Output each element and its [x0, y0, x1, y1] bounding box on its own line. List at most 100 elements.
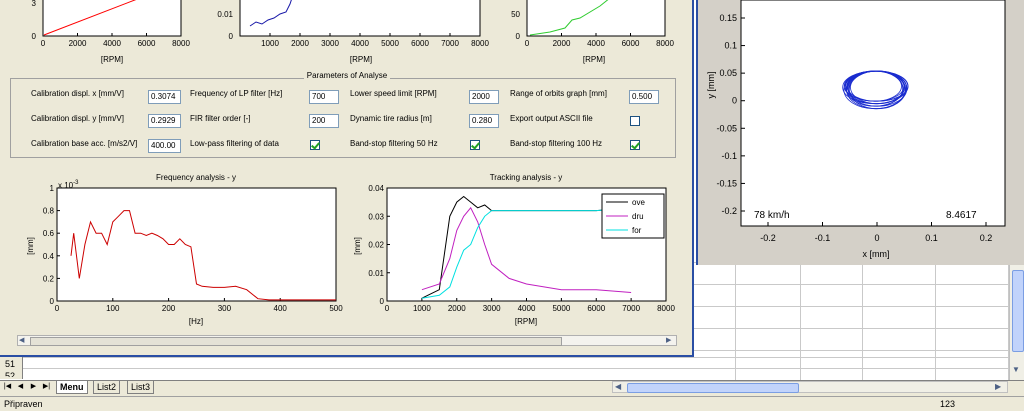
top-middle-y-tick: 0	[229, 32, 234, 41]
first-sheet-icon[interactable]: |◀	[3, 382, 12, 392]
top-right-x-tick-label: 0	[525, 39, 530, 48]
horizontal-scroll-thumb[interactable]	[627, 383, 799, 393]
lowpass-checkbox[interactable]	[310, 140, 320, 150]
freq-x-label: [Hz]	[189, 317, 203, 326]
freq-title: Frequency analysis - y	[156, 173, 236, 182]
top-left-x-tick-label: 6000	[138, 39, 156, 48]
last-sheet-icon[interactable]: ▶|	[42, 382, 51, 392]
fir-input[interactable]	[309, 114, 339, 128]
track-x-tick-label: 3000	[483, 304, 501, 313]
top-plots: 0 2000 4000 6000 8000 0 3 [RPM] 1000 2000 3000…	[32, 0, 674, 64]
vertical-scroll-thumb[interactable]	[1012, 270, 1024, 352]
orbit-x-tick-label: -0.1	[815, 233, 831, 243]
tire-input[interactable]	[469, 114, 499, 128]
legend-label-for: for	[632, 226, 642, 235]
fir-label: FIR filter order [-]	[190, 114, 251, 123]
next-sheet-icon[interactable]: ▶	[29, 382, 38, 392]
vertical-scrollbar[interactable]: ▼	[1009, 265, 1024, 380]
lp-freq-label: Frequency of LP filter [Hz]	[190, 89, 283, 98]
horizontal-scrollbar[interactable]: ◀ ▶	[612, 381, 1008, 393]
grid-line	[0, 368, 1008, 369]
export-checkbox[interactable]	[630, 116, 640, 126]
orbit-y-tick-label: -0.15	[716, 178, 737, 188]
chevron-left-icon[interactable]: ◀	[615, 382, 621, 391]
freq-x-tick-label: 100	[106, 304, 120, 313]
track-x-tick-label: 4000	[518, 304, 536, 313]
calib-acc-label: Calibration base acc. [m/s2/V]	[31, 139, 138, 148]
tire-label: Dynamic tire radius [m]	[350, 114, 432, 123]
top-right-plot-area	[526, 0, 666, 37]
track-x-tick-label: 2000	[448, 304, 466, 313]
top-left-y-tick: 3	[32, 0, 37, 8]
chevron-left-icon[interactable]: ◀	[19, 336, 24, 344]
chevron-right-icon[interactable]: ▶	[995, 382, 1001, 391]
top-middle-x-label: [RPM]	[350, 55, 372, 64]
row-number[interactable]: 52	[5, 371, 15, 377]
freq-x-tick-label: 0	[55, 304, 60, 313]
orbit-plot-area	[740, 0, 1006, 227]
chevron-right-icon[interactable]: ▶	[666, 336, 671, 344]
freq-x-tick-label: 300	[218, 304, 232, 313]
lp-freq-input[interactable]	[309, 90, 339, 104]
calib-x-label: Calibration displ. x [mm/V]	[31, 89, 124, 98]
legend-label-ove: ove	[632, 198, 645, 207]
lowpass-label: Low-pass filtering of data	[190, 139, 279, 148]
bs50-checkbox[interactable]	[470, 140, 480, 150]
status-text: Připraven	[4, 399, 43, 409]
track-y-label: [mm]	[353, 237, 362, 255]
window-horizontal-slider[interactable]: ◀ ▶	[17, 335, 677, 346]
orbit-speed-text: 78 km/h	[754, 210, 790, 221]
grid-line	[862, 262, 863, 380]
top-right-y-tick: 0	[516, 32, 521, 41]
freq-x-tick-label: 500	[329, 304, 343, 313]
top-left-x-label: [RPM]	[101, 55, 123, 64]
parameters-title-text: Parameters of Analyse	[303, 71, 391, 80]
chevron-down-icon[interactable]: ▼	[1012, 365, 1020, 374]
top-left-x-tick-label: 4000	[103, 39, 121, 48]
top-middle-x-tick-label: 6000	[411, 39, 429, 48]
range-input[interactable]	[629, 90, 659, 104]
window-slider-thumb[interactable]	[30, 337, 562, 346]
orbit-x-tick-label: -0.2	[760, 233, 776, 243]
orbit-y-tick-label: -0.1	[721, 151, 737, 161]
freq-x-tick-label: 200	[162, 304, 176, 313]
track-y-tick-label: 0.02	[368, 241, 384, 250]
top-right-y-tick: 50	[511, 10, 520, 19]
orbit-x-label: x [mm]	[863, 249, 890, 259]
orbit-y-tick-label: 0.15	[719, 13, 737, 23]
freq-y-tick-label: 0.4	[43, 252, 55, 261]
track-y-tick-label: 0.04	[368, 184, 384, 193]
top-middle-plot-area	[239, 0, 481, 37]
orbit-y-tick-label: 0.1	[724, 41, 737, 51]
prev-sheet-icon[interactable]: ◀	[16, 382, 25, 392]
track-y-tick-label: 0.01	[368, 269, 384, 278]
tab-list2[interactable]: List2	[93, 381, 121, 394]
orbit-y-tick-label: -0.05	[716, 123, 737, 133]
track-x-tick-label: 5000	[552, 304, 570, 313]
top-middle-x-tick-label: 3000	[321, 39, 339, 48]
calib-y-input[interactable]	[148, 114, 181, 128]
track-x-tick-label: 1000	[413, 304, 431, 313]
tab-list3[interactable]: List3	[127, 381, 155, 394]
orbit-x-tick-label: 0	[874, 233, 879, 243]
calib-acc-input[interactable]	[148, 139, 181, 153]
top-middle-x-tick-label: 7000	[441, 39, 459, 48]
freq-y-tick-label: 1	[50, 184, 55, 193]
track-title: Tracking analysis - y	[490, 173, 563, 182]
legend-label-dru: dru	[632, 212, 644, 221]
freq-y-tick-label: 0.6	[43, 229, 55, 238]
orbit-x-tick-label: 0.1	[925, 233, 938, 243]
tab-menu[interactable]: Menu	[56, 381, 88, 394]
grid-line	[0, 357, 1008, 358]
bs100-checkbox[interactable]	[630, 140, 640, 150]
range-label: Range of orbits graph [mm]	[510, 89, 607, 98]
top-right-x-label: [RPM]	[583, 55, 605, 64]
row-number[interactable]: 51	[5, 359, 15, 369]
top-middle-x-tick-label: 1000	[261, 39, 279, 48]
lower-speed-input[interactable]	[469, 90, 499, 104]
track-legend: ove dru for	[601, 193, 665, 239]
orbit-figure-window: 0.15 0.1 0.05 0 -0.05 -0.1 -0.15 -0.2 -0.2 -0.1 0…	[696, 0, 1024, 265]
calib-x-input[interactable]	[148, 90, 181, 104]
top-right-x-tick-label: 8000	[656, 39, 674, 48]
calib-y-label: Calibration displ. y [mm/V]	[31, 114, 124, 123]
